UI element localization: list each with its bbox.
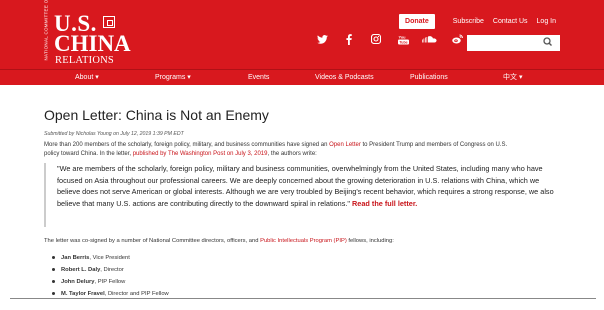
nav-item-publications[interactable]: Publications bbox=[410, 70, 448, 85]
nav-item-programs[interactable]: Programs ▾ bbox=[155, 70, 191, 85]
search-icon[interactable] bbox=[540, 35, 556, 49]
blockquote: "We are members of the scholarly, foreig… bbox=[44, 163, 564, 227]
site-header: NATIONAL COMMITTEE ON U.S. CHINA RELATIO… bbox=[0, 0, 604, 69]
list-item: John Delury, PIP Fellow bbox=[52, 276, 169, 288]
logo-relations: RELATIONS bbox=[55, 55, 114, 66]
social-links: You Tube bbox=[310, 33, 472, 48]
cosign-text: The letter was co-signed by a number of … bbox=[44, 238, 394, 244]
nav-item-about[interactable]: About ▾ bbox=[75, 70, 99, 85]
washington-post-link[interactable]: published by The Washington Post on July… bbox=[133, 151, 268, 157]
pip-link[interactable]: Public Intellectuals Program (PIP) bbox=[260, 238, 347, 244]
page-divider bbox=[10, 298, 596, 299]
logo-china: CHINA bbox=[54, 31, 131, 56]
read-full-letter-link[interactable]: Read the full letter. bbox=[352, 199, 417, 208]
nav-item-chinese[interactable]: 中文 ▾ bbox=[503, 70, 522, 85]
main-navigation: About ▾ Programs ▾ Events Videos & Podca… bbox=[0, 69, 604, 85]
facebook-icon[interactable] bbox=[337, 34, 361, 48]
list-item: Jan Berris, Vice President bbox=[52, 252, 169, 264]
open-letter-link[interactable]: Open Letter bbox=[329, 142, 361, 148]
login-link[interactable]: Log In bbox=[537, 18, 556, 25]
article-meta: Submitted by Nicholas Young on July 12, … bbox=[44, 131, 184, 137]
instagram-icon[interactable] bbox=[364, 33, 388, 48]
signers-list: Jan Berris, Vice President Robert L. Dal… bbox=[52, 252, 169, 300]
svg-text:You: You bbox=[398, 35, 406, 39]
header-links: Donate Subscribe Contact Us Log In bbox=[399, 14, 556, 29]
youtube-icon[interactable]: You Tube bbox=[391, 34, 415, 48]
logo-side-text: NATIONAL COMMITTEE ON bbox=[43, 0, 49, 61]
quote-text: "We are members of the scholarly, foreig… bbox=[57, 164, 554, 208]
twitter-icon[interactable] bbox=[310, 34, 334, 48]
donate-button[interactable]: Donate bbox=[399, 14, 435, 29]
article-intro: More than 200 members of the scholarly, … bbox=[44, 142, 508, 157]
soundcloud-icon[interactable] bbox=[418, 34, 442, 48]
page-title: Open Letter: China is Not an Enemy bbox=[44, 107, 269, 123]
nav-item-events[interactable]: Events bbox=[248, 70, 269, 85]
contact-link[interactable]: Contact Us bbox=[493, 18, 528, 25]
svg-text:Tube: Tube bbox=[399, 40, 407, 44]
subscribe-link[interactable]: Subscribe bbox=[453, 18, 484, 25]
logo-emblem-icon bbox=[103, 16, 115, 28]
weibo-icon[interactable] bbox=[445, 34, 469, 48]
list-item: Robert L. Daly, Director bbox=[52, 264, 169, 276]
nav-item-videos-podcasts[interactable]: Videos & Podcasts bbox=[315, 70, 374, 85]
